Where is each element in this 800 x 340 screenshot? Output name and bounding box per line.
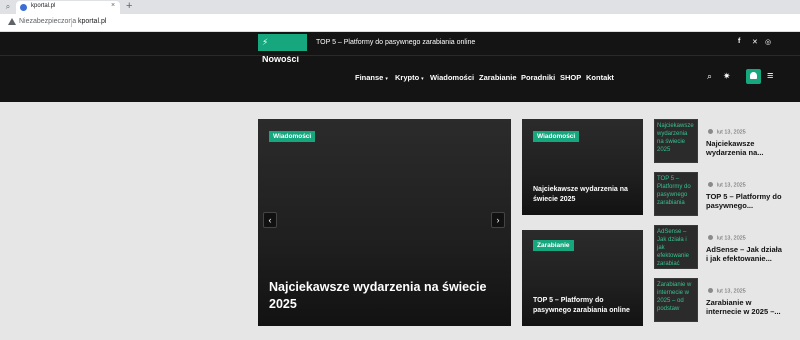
clock-icon (708, 182, 713, 187)
post-date-text: lut 13, 2025 (717, 129, 746, 136)
clock-icon (708, 129, 713, 134)
post-thumbnail[interactable]: Najciekawsze wydarzenia na świecie 2025 (654, 119, 698, 163)
url-text[interactable]: kportal.pl (78, 18, 106, 25)
nav-zarabianie[interactable]: Zarabianie (479, 73, 517, 82)
next-slide-button[interactable]: › (491, 212, 505, 228)
post-thumbnail[interactable]: Zarabianie w internecie w 2025 – od pods… (654, 278, 698, 322)
clock-icon (708, 288, 713, 293)
nav-wiadomosci[interactable]: Wiadomości (430, 73, 474, 82)
post-thumbnail[interactable]: TOP 5 – Platformy do pasywnego zarabiani… (654, 172, 698, 216)
security-label[interactable]: Niezabezpieczona (19, 18, 76, 25)
warning-icon[interactable] (8, 18, 16, 25)
nav-finanse-label: Finanse (355, 73, 384, 82)
menu-icon[interactable]: ≡ (767, 71, 773, 82)
nav-poradniki[interactable]: Poradniki (521, 73, 555, 82)
post-date-text: lut 13, 2025 (717, 235, 746, 242)
address-divider (71, 18, 72, 27)
post-title[interactable]: TOP 5 – Platformy do pasywnego... (706, 192, 782, 210)
search-icon[interactable]: ⌕ (707, 72, 712, 81)
browser-tabbar: ⌕ kportal.pl × + (0, 0, 800, 14)
ticker-headline[interactable]: TOP 5 – Platformy do pasywnego zarabiani… (316, 39, 475, 46)
nav-shop[interactable]: SHOP (560, 73, 581, 82)
theme-toggle-icon[interactable]: ✷ (723, 72, 731, 81)
ticker-badge: ⚡ Nowości (258, 34, 307, 64)
post-date: lut 13, 2025 (708, 288, 746, 295)
post-card[interactable]: Wiadomości Najciekawsze wydarzenia na św… (522, 119, 643, 215)
prev-slide-button[interactable]: ‹ (263, 212, 277, 228)
featured-title[interactable]: Najciekawsze wydarzenia na świecie 2025 (269, 279, 499, 313)
chevron-down-icon: ▾ (385, 76, 388, 82)
post-date: lut 13, 2025 (708, 182, 746, 189)
post-title[interactable]: Najciekawsze wydarzenia na świecie 2025 (533, 185, 637, 205)
header-divider (0, 55, 800, 56)
nav-krypto[interactable]: Krypto ▾ (395, 73, 424, 82)
featured-slider[interactable]: Wiadomości ‹ › Najciekawsze wydarzenia n… (258, 119, 511, 326)
post-card[interactable]: Zarabianie TOP 5 – Platformy do pasywneg… (522, 230, 643, 326)
category-badge[interactable]: Wiadomości (533, 131, 580, 142)
post-title[interactable]: Zarabianie w internecie w 2025 –... (706, 298, 782, 316)
post-title[interactable]: Najciekawsze wydarzenia na... (706, 139, 782, 157)
nav-kontakt[interactable]: Kontakt (586, 73, 614, 82)
clock-icon (708, 235, 713, 240)
post-title[interactable]: AdSense – Jak działa i jak efektowanie..… (706, 245, 782, 263)
nav-krypto-label: Krypto (395, 73, 420, 82)
tab-title: kportal.pl (31, 3, 56, 9)
post-date-text: lut 13, 2025 (717, 288, 746, 295)
browser-tab[interactable]: kportal.pl × (16, 1, 120, 14)
post-date-text: lut 13, 2025 (717, 182, 746, 189)
instagram-icon[interactable]: ◎ (765, 38, 771, 46)
category-badge[interactable]: Zarabianie (533, 240, 574, 251)
address-bar[interactable]: Niezabezpieczona kportal.pl (0, 14, 800, 32)
facebook-icon[interactable]: f (738, 38, 740, 45)
notification-bell-button[interactable] (746, 69, 761, 84)
category-badge[interactable]: Wiadomości (269, 131, 316, 142)
favicon-icon (20, 4, 27, 11)
close-icon[interactable]: × (111, 2, 115, 9)
nav-finanse[interactable]: Finanse ▾ (355, 73, 388, 82)
post-thumbnail[interactable]: AdSense – Jak działa i jak efektowanie z… (654, 225, 698, 269)
post-date: lut 13, 2025 (708, 235, 746, 242)
tab-search-icon[interactable]: ⌕ (2, 1, 14, 13)
post-title[interactable]: TOP 5 – Platformy do pasywnego zarabiani… (533, 296, 637, 316)
chevron-down-icon: ▾ (421, 76, 424, 82)
bell-icon (750, 72, 757, 79)
x-icon[interactable]: ✕ (752, 38, 758, 46)
post-date: lut 13, 2025 (708, 129, 746, 136)
new-tab-button[interactable]: + (126, 0, 132, 13)
